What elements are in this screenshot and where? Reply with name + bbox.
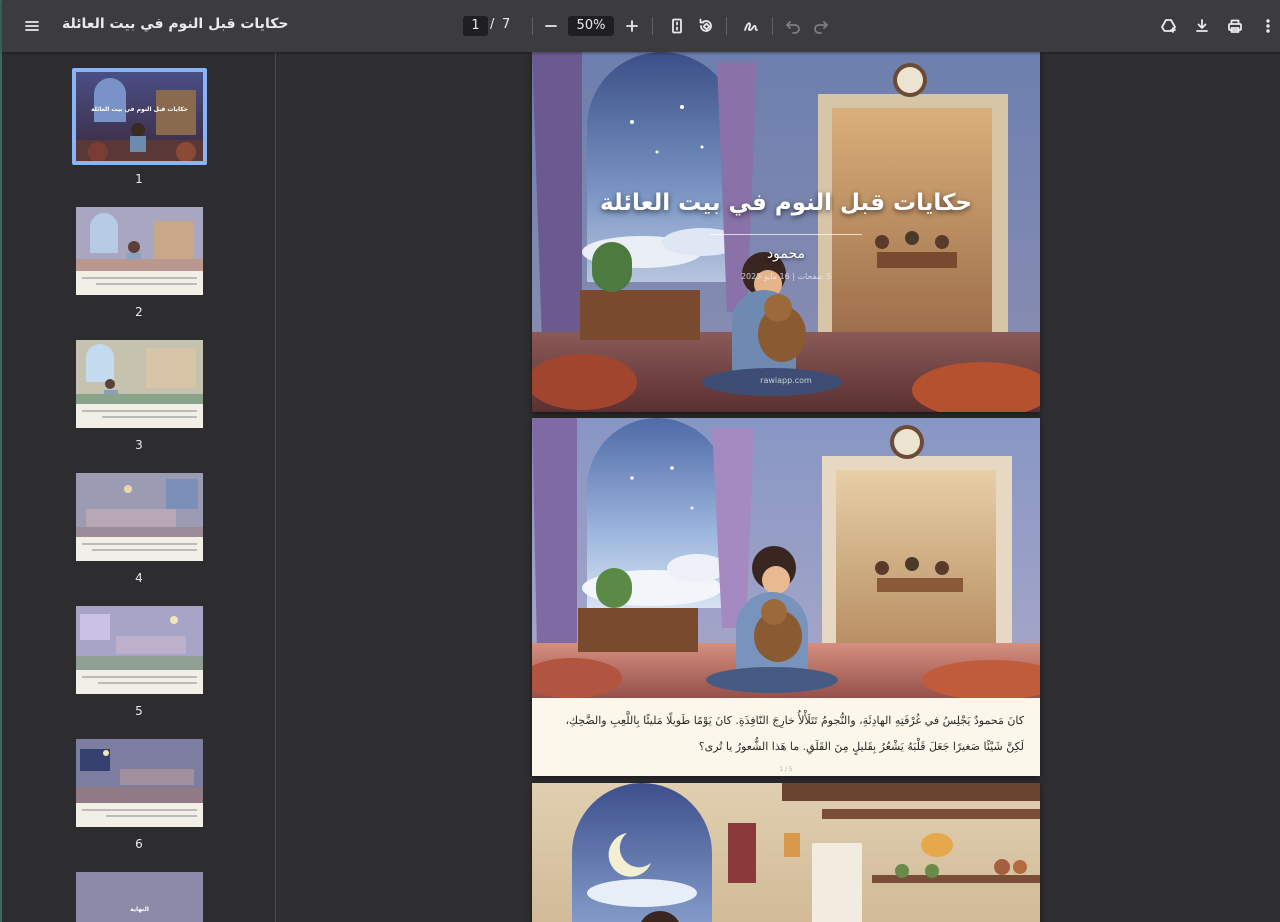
redo-icon bbox=[814, 21, 828, 34]
cover-site: rawiapp.com bbox=[760, 376, 812, 385]
annotate-button[interactable] bbox=[735, 10, 767, 42]
page-3-story bbox=[532, 783, 1040, 922]
thumbnail-page-4[interactable] bbox=[76, 473, 203, 561]
cover-divider bbox=[710, 234, 862, 235]
thumbnail-page-6[interactable] bbox=[76, 739, 203, 827]
pdf-viewer-window: حكايات قبل النوم في بيت العائلة / 7 bbox=[0, 0, 1280, 922]
cover-title: حكايات قبل النوم في بيت العائلة bbox=[600, 190, 972, 216]
page-number-footer: 1 / 5 bbox=[779, 766, 793, 773]
print-button[interactable] bbox=[1219, 10, 1251, 42]
thumbnail-label: 2 bbox=[135, 305, 143, 319]
thumbnail-sidebar: حكايات قبل النوم في بيت العائلة 1 2 3 4 … bbox=[2, 52, 276, 922]
page-number-input[interactable] bbox=[463, 16, 488, 36]
plus-icon bbox=[626, 20, 638, 32]
page-separator: / bbox=[490, 17, 495, 32]
zoom-in-button[interactable] bbox=[616, 10, 648, 42]
menu-button[interactable] bbox=[16, 10, 48, 42]
thumbnail-image bbox=[76, 473, 203, 561]
more-vert-icon bbox=[1266, 19, 1270, 33]
thumbnail-cover-text: حكايات قبل النوم في بيت العائلة bbox=[90, 106, 189, 113]
minus-icon bbox=[545, 25, 557, 27]
toolbar-divider bbox=[772, 17, 773, 35]
thumbnail-image bbox=[76, 606, 203, 694]
thumbnail-page-1[interactable]: حكايات قبل النوم في بيت العائلة bbox=[72, 68, 207, 165]
thumbnail-page-7[interactable]: النهاية bbox=[76, 872, 203, 922]
thumbnail-image bbox=[76, 72, 203, 161]
thumbnail-label: 5 bbox=[135, 704, 143, 718]
thumbnail-label: 4 bbox=[135, 571, 143, 585]
story-line: كانَ مَحمودٌ يَجْلِسُ في غُرْفَتِهِ الها… bbox=[565, 714, 1024, 727]
story-line: لَكِنَّ شَيْئًا صَغيرًا جَعَلَ قَلْبَهُ … bbox=[698, 740, 1024, 753]
document-title: حكايات قبل النوم في بيت العائلة bbox=[62, 16, 289, 32]
document-viewer[interactable]: حكايات قبل النوم في بيت العائلة محمود 5 … bbox=[277, 52, 1280, 922]
thumbnail-label: 6 bbox=[135, 837, 143, 851]
cover-illustration bbox=[532, 52, 1040, 412]
toolbar-divider bbox=[726, 17, 727, 35]
page-1-cover: حكايات قبل النوم في بيت العائلة محمود 5 … bbox=[532, 52, 1040, 412]
toolbar-divider bbox=[532, 17, 533, 35]
story-illustration bbox=[532, 418, 1040, 698]
fit-to-page-button[interactable] bbox=[661, 10, 693, 42]
story-text: كانَ مَحمودٌ يَجْلِسُ في غُرْفَتِهِ الها… bbox=[548, 708, 1024, 760]
page-2-story: كانَ مَحمودٌ يَجْلِسُ في غُرْفَتِهِ الها… bbox=[532, 418, 1040, 776]
zoom-out-button[interactable] bbox=[535, 10, 567, 42]
download-icon bbox=[1196, 19, 1208, 32]
total-pages: 7 bbox=[502, 17, 511, 32]
toolbar-divider bbox=[652, 17, 653, 35]
thumbnail-page-3[interactable] bbox=[76, 340, 203, 428]
drive-add-icon bbox=[1161, 19, 1176, 33]
thumbnail-cover-text: النهاية bbox=[130, 906, 149, 913]
download-button[interactable] bbox=[1186, 10, 1218, 42]
fit-page-icon bbox=[672, 18, 682, 34]
hamburger-icon bbox=[25, 21, 39, 31]
thumbnail-page-5[interactable] bbox=[76, 606, 203, 694]
story-illustration bbox=[532, 783, 1040, 922]
thumbnail-label: 3 bbox=[135, 438, 143, 452]
thumbnail-image bbox=[76, 340, 203, 428]
rotate-button[interactable] bbox=[690, 10, 722, 42]
cover-meta: 5 صفحات | 16 مايو 2025 bbox=[740, 272, 832, 281]
draw-icon bbox=[744, 22, 758, 31]
rotate-icon bbox=[699, 18, 712, 32]
cover-author: محمود bbox=[766, 246, 806, 262]
redo-button[interactable] bbox=[805, 10, 837, 42]
more-options-button[interactable] bbox=[1252, 10, 1280, 42]
zoom-level-input[interactable] bbox=[568, 16, 614, 36]
toolbar: حكايات قبل النوم في بيت العائلة / 7 bbox=[2, 0, 1280, 52]
thumbnail-image bbox=[76, 207, 203, 295]
undo-icon bbox=[786, 21, 800, 34]
thumbnail-image bbox=[76, 739, 203, 827]
print-icon bbox=[1228, 19, 1242, 33]
thumbnail-page-2[interactable] bbox=[76, 207, 203, 295]
save-to-drive-button[interactable] bbox=[1153, 10, 1185, 42]
thumbnail-label: 1 bbox=[135, 172, 143, 186]
